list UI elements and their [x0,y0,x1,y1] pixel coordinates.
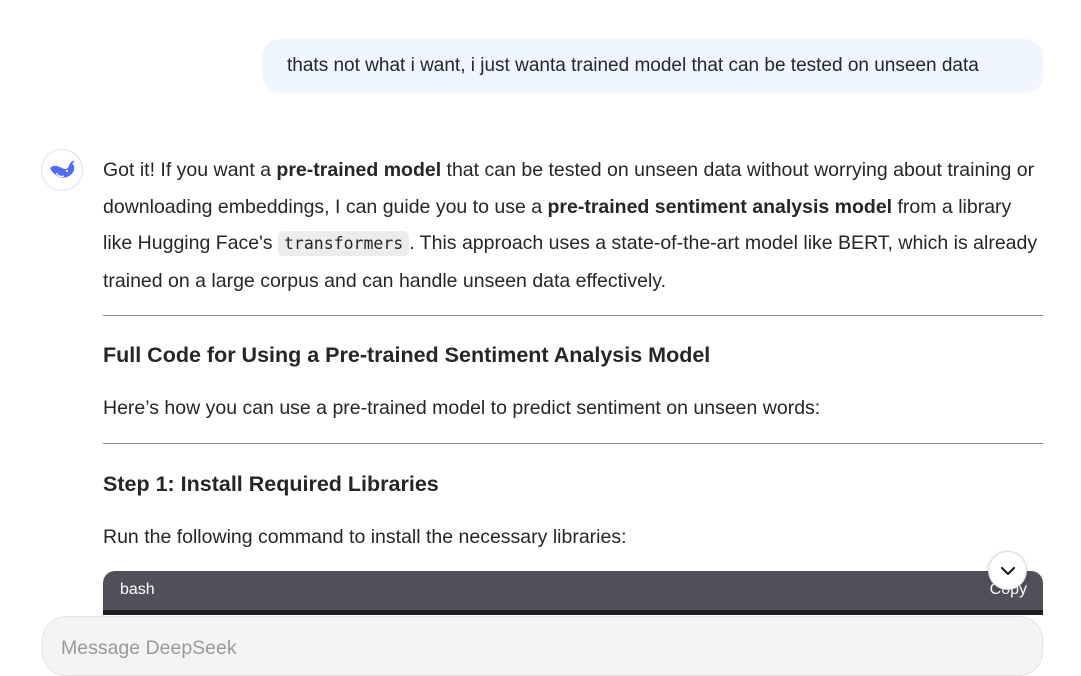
user-message-text: thats not what i want, i just wanta trai… [287,55,979,76]
code-area [103,610,1043,615]
code-block: bash Copy [103,571,1043,615]
scroll-to-bottom-button[interactable] [988,551,1027,590]
section-text: Here’s how you can use a pre-trained mod… [103,397,821,419]
intro-bold-2: pre-trained sentiment analysis model [547,195,893,218]
intro-paragraph: Got it! If you want a pre-trained model … [103,152,1043,299]
code-language-label: bash [120,581,155,598]
divider [103,443,1043,444]
assistant-avatar [41,149,83,191]
inline-code: transformers [277,231,410,256]
divider [103,315,1043,316]
deepseek-whale-icon [50,160,75,178]
message-composer [42,616,1043,676]
intro-text-1: Got it! If you want a [103,159,277,181]
step-text: Run the following command to install the… [103,526,627,548]
chevron-down-icon [1000,566,1015,575]
assistant-answer: Got it! If you want a pre-trained model … [103,152,1043,299]
message-input[interactable] [61,637,1001,667]
intro-bold-1: pre-trained model [276,159,442,181]
user-message-bubble: thats not what i want, i just wanta trai… [262,39,1043,93]
section-heading: Full Code for Using a Pre-trained Sentim… [103,343,711,367]
step-heading: Step 1: Install Required Libraries [103,472,439,496]
